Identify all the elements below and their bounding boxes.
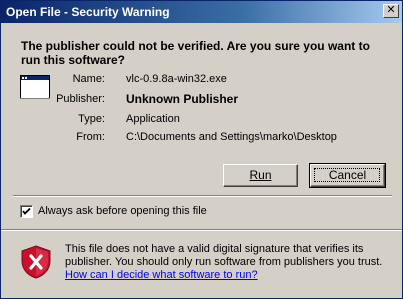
help-link[interactable]: How can I decide what software to run?: [65, 269, 385, 282]
title-bar[interactable]: Open File - Security Warning ✕: [1, 1, 402, 23]
checkmark-icon: [22, 207, 31, 215]
divider: [1, 229, 402, 231]
window-title: Open File - Security Warning: [6, 5, 170, 19]
name-label: Name:: [72, 73, 105, 85]
divider: [13, 195, 392, 197]
from-value: C:\Documents and Settings\marko\Desktop: [126, 131, 337, 143]
close-button[interactable]: ✕: [383, 4, 399, 18]
name-value: vlc-0.9.8a-win32.exe: [126, 73, 227, 85]
publisher-label: Publisher:: [56, 93, 105, 105]
run-button[interactable]: Run: [223, 164, 298, 187]
warning-message: This file does not have a valid digital …: [65, 243, 385, 282]
always-ask-label[interactable]: Always ask before opening this file: [38, 205, 207, 217]
type-value: Application: [126, 113, 180, 125]
publisher-value: Unknown Publisher: [126, 92, 239, 106]
type-label: Type:: [78, 113, 105, 125]
close-icon: ✕: [386, 4, 396, 16]
run-button-label: Run: [249, 168, 272, 182]
dialog-heading: The publisher could not be verified. Are…: [21, 39, 370, 67]
cancel-button-label: Cancel: [328, 168, 367, 182]
security-warning-dialog: Open File - Security Warning ✕ The publi…: [0, 0, 403, 299]
shield-x-icon: [21, 245, 51, 279]
always-ask-checkbox[interactable]: [20, 205, 33, 218]
warning-text: This file does not have a valid digital …: [65, 243, 383, 268]
cancel-button[interactable]: Cancel: [309, 163, 386, 188]
from-label: From:: [76, 131, 105, 143]
